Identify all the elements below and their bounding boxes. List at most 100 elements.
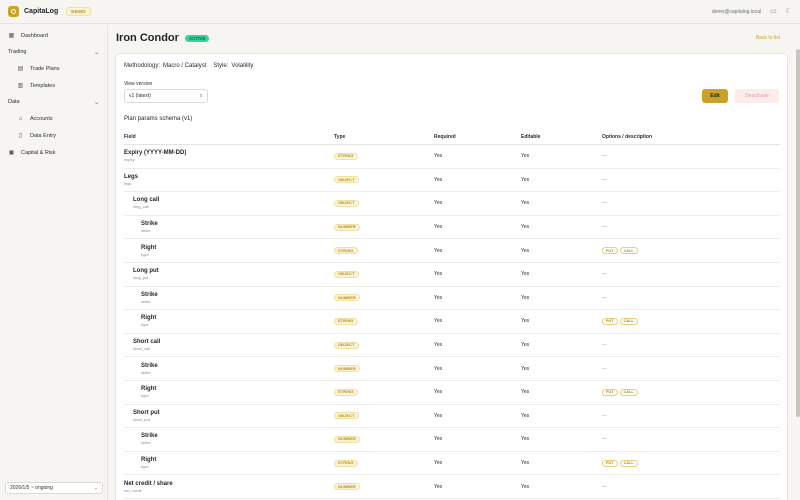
editable-cell: Yes [521,247,530,254]
table-body: Expiry (YYYY-MM-DD) expiry STRING Yes Ye… [124,145,780,499]
field-cell: Short put short_put [124,409,334,423]
type-cell: OBJECT [334,199,434,207]
required-cell: Yes [434,200,443,207]
type-cell: OBJECT [334,412,434,420]
field-cell: Net credit / share net_credit [124,480,334,494]
options-cell: — [602,484,780,490]
field-key: legs [124,180,132,186]
period-select[interactable]: 2026/1/5 ~ ongoing ⌄ [5,482,103,494]
sidebar-section-data[interactable]: Data ⌄ [0,94,107,110]
field-label: Long call [133,197,160,204]
field-key: strike [141,298,151,304]
methodology-value: Macro / Catalyst [163,63,207,69]
table-row: Short call short_call OBJECT Yes Yes — [124,334,780,358]
sidebar-item-data-entry[interactable]: ▯ Data Entry [0,127,107,144]
calendar-icon: ▤ [17,66,24,72]
version-select[interactable]: v1 (latest) ⇕ [124,89,208,103]
field-cell: Right type [124,456,334,470]
sidebar-item-accounts[interactable]: ⌂ Accounts [0,110,107,127]
options-cell: — [602,177,780,183]
type-cell: OBJECT [334,341,434,349]
type-badge: NUMBER [334,435,360,443]
field-key: strike [141,228,151,234]
field-key: type [141,464,149,470]
editable-cell: Yes [521,365,530,372]
sidebar-item-templates[interactable]: ▥ Templates [0,77,107,94]
field-cell: Right type [124,385,334,399]
required-cell: Yes [434,460,443,467]
option-badge: PUT [602,388,618,396]
required-cell: Yes [434,294,443,301]
option-badge: CALL [619,388,638,396]
sidebar-section-label: Trading [8,49,27,55]
column-header: Field [124,133,136,140]
editable-cell: Yes [521,224,530,231]
editable-cell: Yes [521,483,530,490]
sidebar-item-capital-risk[interactable]: ▣ Capital & Risk [0,144,107,161]
monitor-icon[interactable]: ▭ [770,8,777,15]
sidebar-section-trading[interactable]: Trading ⌄ [0,44,107,60]
deactivate-button[interactable]: Deactivate [735,89,779,103]
required-cell: Yes [434,176,443,183]
options-cell: — [602,200,780,206]
field-key: type [141,393,149,399]
editable-cell: Yes [521,153,530,160]
options-value: — [602,200,607,207]
field-label: Right [141,386,157,393]
field-cell: Strike strike [124,220,334,234]
field-cell: Long put long_put [124,267,334,281]
sidebar-item-label: Data Entry [30,132,56,139]
field-label: Strike [141,433,158,440]
options-value: — [602,153,607,160]
options-cell: — [602,342,780,348]
table-row: Right type STRING Yes Yes PUT CALL [124,452,780,476]
type-cell: NUMBER [334,294,434,302]
moon-icon[interactable]: ☾ [786,8,792,15]
options-cell: — [602,224,780,230]
scrollbar[interactable] [796,49,800,417]
sidebar-item-dashboard[interactable]: ▦ Dashboard [0,27,107,44]
field-key: short_put [133,416,150,422]
editable-cell: Yes [521,412,530,419]
bank-icon: ⌂ [18,115,23,122]
sidebar-item-label: Templates [30,82,56,89]
edit-button[interactable]: Edit [702,89,728,103]
type-cell: STRING [334,247,434,255]
required-cell: Yes [434,389,443,396]
table-row: Long put long_put OBJECT Yes Yes — [124,263,780,287]
schema-title: Plan params schema (v1) [124,116,193,122]
back-to-list-link[interactable]: Back to list [756,35,780,41]
brand-name[interactable]: CapitaLog [24,8,58,15]
version-label: View version [124,81,153,87]
field-cell: Right type [124,314,334,328]
column-header: Type [334,133,346,140]
methodology-label: Methodology: [124,63,161,69]
logo-icon[interactable] [8,6,19,17]
options-value: — [602,483,607,490]
required-cell: Yes [434,271,443,278]
period-value: 2026/1/5 ~ ongoing [10,485,53,491]
table-row: Strike strike NUMBER Yes Yes — [124,357,780,381]
sidebar-item-trade-plans[interactable]: ▤ Trade Plans [0,60,107,77]
field-key: strike [141,369,151,375]
type-badge: STRING [334,152,358,160]
editable-cell: Yes [521,436,530,443]
field-key: type [141,322,149,328]
field-label: Long put [133,268,159,275]
required-cell: Yes [434,365,443,372]
table-row: Expiry (YYYY-MM-DD) expiry STRING Yes Ye… [124,145,780,169]
editable-cell: Yes [521,460,530,467]
chevron-down-icon: ⌄ [93,49,99,56]
type-cell: STRING [334,152,434,160]
required-cell: Yes [434,483,443,490]
editable-cell: Yes [521,342,530,349]
field-cell: Strike strike [124,362,334,376]
user-email[interactable]: demo@capitalog.local [712,9,761,15]
field-key: long_call [133,204,149,210]
table-header: Field Type Required Editable Options / d… [124,129,780,145]
type-cell: STRING [334,317,434,325]
type-cell: NUMBER [334,483,434,491]
field-key: short_call [133,346,151,352]
field-cell: Strike strike [124,291,334,305]
editable-cell: Yes [521,176,530,183]
